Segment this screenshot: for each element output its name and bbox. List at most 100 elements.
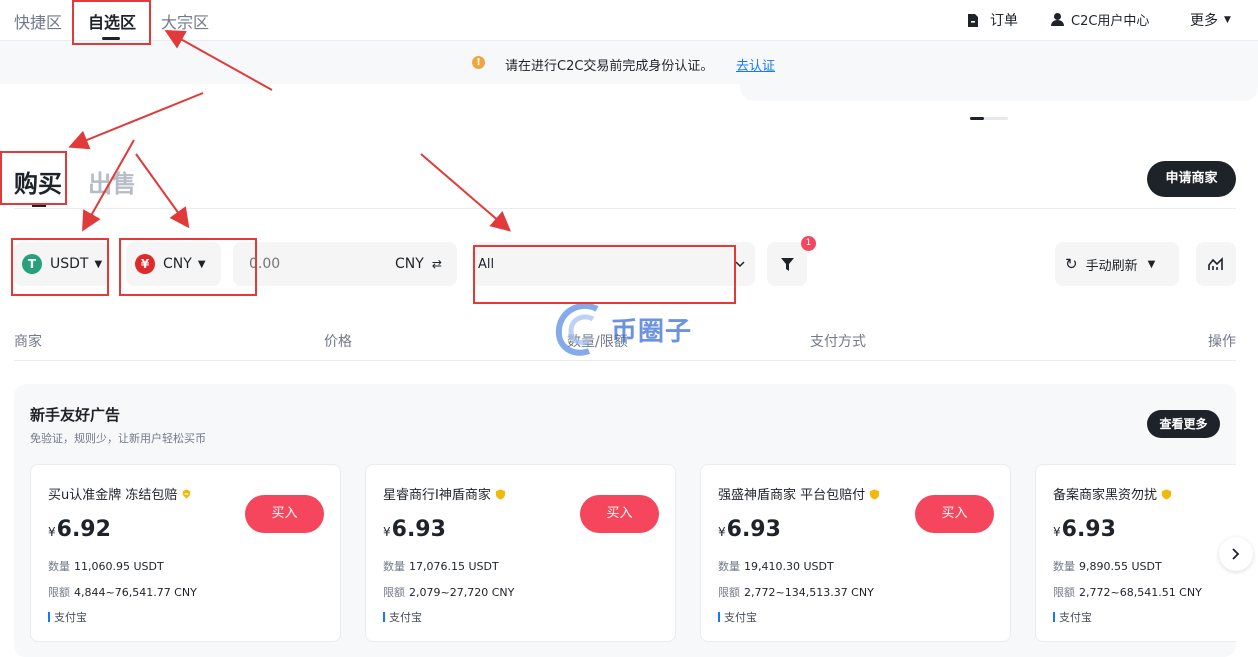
shield-badge-icon — [870, 488, 880, 499]
chart-button[interactable] — [1196, 242, 1236, 286]
merchant-name[interactable]: 备案商家黑资勿扰 — [1053, 484, 1172, 503]
user-center-link[interactable]: C2C用户中心 — [1050, 10, 1149, 29]
annotation-box-buy — [0, 151, 67, 205]
limit-info: 限额 4,844~76,541.77 CNY — [48, 584, 197, 600]
merchant-name-text: 强盛神盾商家 平台包赔付 — [718, 488, 866, 503]
order-icon — [968, 13, 978, 27]
more-label: 更多 — [1190, 13, 1218, 29]
annotation-arrow — [68, 92, 204, 150]
limit-info: 限额 2,772~134,513.37 CNY — [718, 584, 874, 600]
apply-merchant-button[interactable]: 申请商家 — [1147, 161, 1236, 197]
verify-link[interactable]: 去认证 — [736, 55, 775, 74]
quantity-label: 数量 — [718, 560, 740, 573]
quantity-value: 9,890.55 USDT — [1079, 560, 1162, 573]
quantity-value: 19,410.30 USDT — [744, 560, 834, 573]
chevron-down-icon — [735, 260, 745, 267]
price-value: 6.93 — [726, 517, 781, 542]
currency-symbol: ¥ — [1053, 525, 1061, 539]
annotation-arrow — [135, 153, 190, 229]
price: ¥6.93 — [1053, 517, 1116, 542]
price-value: 6.93 — [391, 517, 446, 542]
header-divider — [14, 360, 1236, 361]
refresh-select[interactable]: ↻ 手动刷新 ▼ — [1055, 242, 1179, 286]
chart-icon — [1208, 257, 1223, 270]
annotation-box-fiat — [119, 238, 257, 296]
section-divider — [14, 208, 1236, 209]
amount-unit: CNY — [395, 256, 424, 272]
view-more-button[interactable]: 查看更多 — [1147, 410, 1220, 438]
column-merchant: 商家 — [14, 334, 42, 350]
currency-symbol: ¥ — [718, 525, 726, 539]
next-cards-button[interactable] — [1219, 537, 1253, 571]
quantity-info: 数量 17,076.15 USDT — [383, 558, 499, 574]
payment-method-text: 支付宝 — [724, 611, 757, 624]
banner-text: 请在进行C2C交易前完成身份认证。 — [505, 59, 714, 74]
limit-value: 2,772~134,513.37 CNY — [744, 586, 874, 599]
merchant-name-text: 备案商家黑资勿扰 — [1053, 488, 1158, 503]
tab-block-zone[interactable]: 大宗区 — [161, 9, 209, 33]
price: ¥6.93 — [718, 517, 781, 542]
payment-method-text: 支付宝 — [1059, 611, 1092, 624]
currency-symbol: ¥ — [48, 525, 56, 539]
merchant-name[interactable]: 买u认准金牌 冻结包赔 — [48, 484, 192, 503]
ad-card[interactable]: 买u认准金牌 冻结包赔 ¥6.92 数量 11,060.95 USDT 限额 4,8… — [30, 464, 341, 642]
column-action: 操作 — [1208, 334, 1236, 350]
quantity-value: 17,076.15 USDT — [409, 560, 499, 573]
buy-button[interactable]: 买入 — [245, 495, 324, 533]
price-value: 6.92 — [56, 517, 111, 542]
payment-method-text: 支付宝 — [54, 611, 87, 624]
quantity-value: 11,060.95 USDT — [74, 560, 164, 573]
limit-value: 2,772~68,541.51 CNY — [1079, 586, 1202, 599]
limit-value: 2,079~27,720 CNY — [409, 586, 515, 599]
user-icon — [1051, 13, 1064, 26]
limit-label: 限额 — [718, 586, 740, 599]
payment-marker — [383, 612, 385, 622]
quantity-info: 数量 19,410.30 USDT — [718, 558, 834, 574]
ad-card[interactable]: 星睿商行I神盾商家 ¥6.93 数量 17,076.15 USDT 限额 2,079… — [365, 464, 676, 642]
limit-label: 限额 — [383, 586, 405, 599]
sell-tab[interactable]: 出售 — [88, 164, 136, 199]
ad-card[interactable]: 强盛神盾商家 平台包赔付 ¥6.93 数量 19,410.30 USDT 限额 2,… — [700, 464, 1011, 642]
carousel-indicator[interactable] — [970, 117, 1008, 120]
filter-button[interactable] — [767, 242, 807, 286]
amount-input[interactable] — [249, 256, 379, 272]
quantity-info: 数量 11,060.95 USDT — [48, 558, 164, 574]
caret-down-icon: ▼ — [1147, 258, 1156, 270]
tab-quick-zone[interactable]: 快捷区 — [14, 9, 62, 33]
filter-icon — [780, 257, 794, 271]
merchant-name-text: 买u认准金牌 冻结包赔 — [48, 488, 178, 503]
shield-badge-icon — [1161, 488, 1172, 499]
limit-info: 限额 2,079~27,720 CNY — [383, 584, 514, 600]
newbie-title: 新手友好广告 — [30, 406, 121, 424]
payment-method-text: 支付宝 — [389, 611, 422, 624]
limit-value: 4,844~76,541.77 CNY — [74, 586, 197, 599]
merchant-name[interactable]: 强盛神盾商家 平台包赔付 — [718, 484, 880, 503]
buy-button[interactable]: 买入 — [915, 495, 994, 533]
orders-link[interactable]: 订单 — [966, 10, 1018, 30]
column-payment: 支付方式 — [810, 334, 866, 350]
merchant-name[interactable]: 星睿商行I神盾商家 — [383, 484, 506, 503]
price-value: 6.93 — [1061, 517, 1116, 542]
warning-icon: ! — [472, 56, 485, 69]
payment-method: 支付宝 — [48, 609, 87, 625]
filter-count-badge: 1 — [801, 236, 816, 251]
payment-method: 支付宝 — [718, 609, 757, 625]
annotation-box-crypto — [11, 238, 109, 296]
swap-icon[interactable]: ⇄ — [432, 257, 442, 271]
refresh-icon: ↻ — [1065, 255, 1078, 273]
annotation-arrow — [420, 153, 512, 232]
quantity-label: 数量 — [1053, 560, 1075, 573]
chevron-right-icon — [1232, 548, 1240, 560]
more-menu[interactable]: 更多 ▼ — [1190, 10, 1231, 30]
top-nav: 快捷区 自选区 大宗区 订单 C2C用户中心 更多 ▼ — [0, 0, 1258, 40]
quantity-label: 数量 — [383, 560, 405, 573]
limit-label: 限额 — [1053, 586, 1075, 599]
quantity-label: 数量 — [48, 560, 70, 573]
user-center-label: C2C用户中心 — [1071, 14, 1150, 29]
watermark-logo-icon — [555, 302, 599, 356]
payment-marker — [1053, 612, 1055, 622]
newbie-subtitle: 免验证，规则少，让新用户轻松买币 — [30, 432, 206, 445]
buy-button[interactable]: 买入 — [580, 495, 659, 533]
banner-card-edge — [740, 84, 1258, 101]
ad-card[interactable]: 备案商家黑资勿扰 ¥6.93 数量 9,890.55 USDT 限额 2,772~6… — [1035, 464, 1236, 642]
